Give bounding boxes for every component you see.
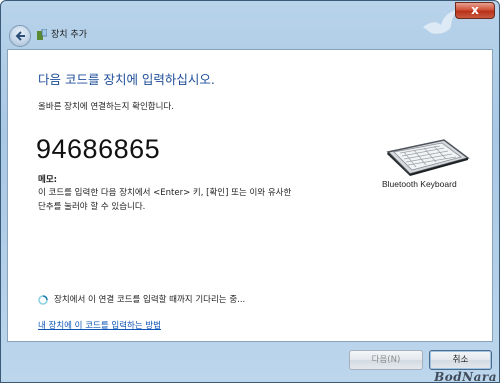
add-device-window: x 장치 추가 다음 코드를 장치에 입력하십시오. 올바른 장치에 연결하는지…: [0, 0, 500, 383]
cancel-button[interactable]: 취소: [429, 350, 492, 370]
watermark-text: BodNara: [434, 370, 497, 383]
memo-line-2: 단추를 눌러야 할 수 있습니다.: [38, 202, 146, 212]
memo-line-1: 이 코드를 입력한 다음 장치에서 <Enter> 키, [확인] 또는 이와 …: [38, 188, 292, 198]
memo-title: 메모:: [38, 175, 58, 185]
title-bar[interactable]: x 장치 추가: [1, 1, 499, 51]
help-link[interactable]: 내 장치에 이 코드를 입력하는 방법: [38, 319, 161, 331]
instruction-heading: 다음 코드를 장치에 입력하십시오.: [38, 72, 215, 87]
device-name: Bluetooth Keyboard: [382, 179, 457, 189]
memo-body: 이 코드를 입력한 다음 장치에서 <Enter> 키, [확인] 또는 이와 …: [38, 186, 368, 214]
main-content: 다음 코드를 장치에 입력하십시오. 올바른 장치에 연결하는지 확인합니다. …: [7, 49, 493, 342]
back-arrow-icon: [15, 31, 25, 41]
next-button[interactable]: 다음(N): [349, 350, 423, 370]
keyboard-icon: [386, 139, 470, 176]
device-icon: [37, 29, 47, 40]
busy-spinner-icon: [38, 295, 48, 305]
close-button[interactable]: x: [455, 2, 495, 19]
footer: 다음(N) 취소 BodNara: [1, 342, 499, 383]
instruction-subheading: 올바른 장치에 연결하는지 확인합니다.: [38, 102, 174, 112]
waiting-status: 장치에서 이 연결 코드를 입력할 때까지 기다리는 중...: [54, 295, 246, 305]
back-button[interactable]: [9, 25, 31, 47]
window-title: 장치 추가: [51, 30, 87, 40]
close-icon: x: [471, 3, 479, 17]
pairing-code: 94686865: [36, 134, 161, 164]
